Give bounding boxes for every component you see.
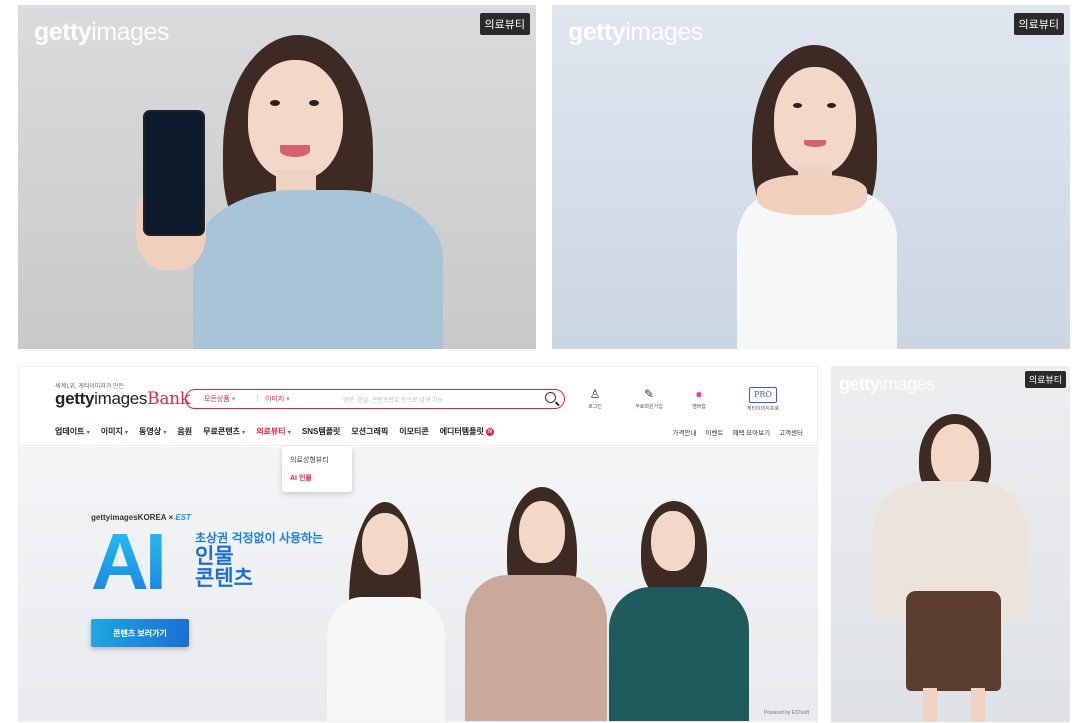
- membership-icon: ●: [695, 387, 703, 401]
- nav-item-medical-beauty[interactable]: 의료뷰티 ▾: [256, 426, 291, 437]
- search-bar[interactable]: 모든상품 ▾ 이미지 ▾ 영문, 한글, 콘텐츠번호 등으로 검색 가능: [185, 389, 565, 409]
- login-button[interactable]: ♙ 로그인: [567, 387, 623, 410]
- nav-item-free[interactable]: 무료콘텐츠 ▾: [203, 426, 245, 437]
- gettyimages-watermark: gettyimages: [839, 374, 935, 394]
- pro-icon: PRO: [749, 387, 777, 403]
- gettyimages-watermark: gettyimages: [568, 18, 703, 46]
- nav-dropdown: 의료성형뷰티 AI 인물: [282, 446, 352, 492]
- search-input[interactable]: 영문, 한글, 콘텐츠번호 등으로 검색 가능: [343, 395, 443, 404]
- dropdown-item-ai-people[interactable]: AI 인물: [290, 473, 312, 483]
- nav-support[interactable]: 고객센터: [779, 427, 803, 437]
- gettyimagesbank-website: 세계1위, 게티이미지가 만든 gettyimagesBank 모든상품 ▾ 이…: [18, 366, 818, 722]
- smartphone: [143, 110, 205, 236]
- nav-divider: [19, 445, 817, 446]
- signup-button[interactable]: ✎ 무료회원가입: [621, 387, 677, 410]
- gettyimages-watermark: gettyimages: [34, 18, 169, 46]
- nav-item-motion-graphic[interactable]: 모션그래픽: [351, 426, 388, 437]
- category-badge: 의료뷰티: [1024, 371, 1066, 388]
- view-content-button[interactable]: 콘텐츠 보러가기: [91, 619, 189, 647]
- photo-woman-with-phone[interactable]: gettyimages 의료뷰티: [18, 5, 536, 349]
- photo-woman-hands-clasped[interactable]: gettyimages 의료뷰티: [552, 5, 1070, 349]
- user-icon: ♙: [589, 387, 601, 401]
- secondary-nav: 가격안내 이벤트 혜택 모아보기 고객센터: [673, 427, 803, 437]
- nav-item-video[interactable]: 동영상 ▾: [139, 426, 166, 437]
- category-badge: 의료뷰티: [1013, 13, 1064, 35]
- dropdown-item-medical[interactable]: 의료성형뷰티: [290, 455, 329, 465]
- nav-event[interactable]: 이벤트: [705, 427, 723, 437]
- search-category-select[interactable]: 모든상품 ▾: [204, 394, 235, 404]
- hero-ai-logo: AI: [91, 517, 167, 606]
- nav-item-update[interactable]: 업데이트 ▾: [55, 426, 90, 437]
- search-icon[interactable]: [545, 392, 556, 403]
- site-logo[interactable]: gettyimagesBank: [55, 389, 190, 409]
- nav-item-music[interactable]: 음원: [177, 426, 192, 437]
- pro-button[interactable]: PRO 게티이미지프로: [735, 387, 791, 412]
- nav-item-image[interactable]: 이미지 ▾: [101, 426, 128, 437]
- search-type-select[interactable]: 이미지 ▾: [265, 394, 290, 404]
- pen-icon: ✎: [643, 387, 655, 401]
- nav-benefits[interactable]: 혜택 모아보기: [732, 427, 770, 437]
- nav-item-editor-template[interactable]: 에디터템플릿 N: [440, 426, 495, 437]
- photo-woman-puffer-jacket[interactable]: gettyimages 의료뷰티: [831, 366, 1070, 722]
- nav-item-sns-template[interactable]: SNS템플릿: [302, 426, 341, 437]
- nav-item-emoticon[interactable]: 이모티콘: [399, 426, 428, 437]
- main-nav: 업데이트 ▾ 이미지 ▾ 동영상 ▾ 음원 무료콘텐츠 ▾ 의료뷰티 ▾ SNS…: [55, 426, 495, 437]
- category-badge: 의료뷰티: [479, 13, 530, 35]
- search-divider: [257, 394, 258, 403]
- hero-subtitle: 초상권 걱정없이 사용하는: [195, 531, 324, 545]
- membership-button[interactable]: ● 멤버쉽: [671, 387, 727, 410]
- hero-title: 인물 콘텐츠: [195, 545, 253, 591]
- powered-by: Powered by ESTsoft: [763, 710, 809, 716]
- nav-pricing[interactable]: 가격안내: [673, 427, 697, 437]
- new-badge: N: [486, 427, 495, 436]
